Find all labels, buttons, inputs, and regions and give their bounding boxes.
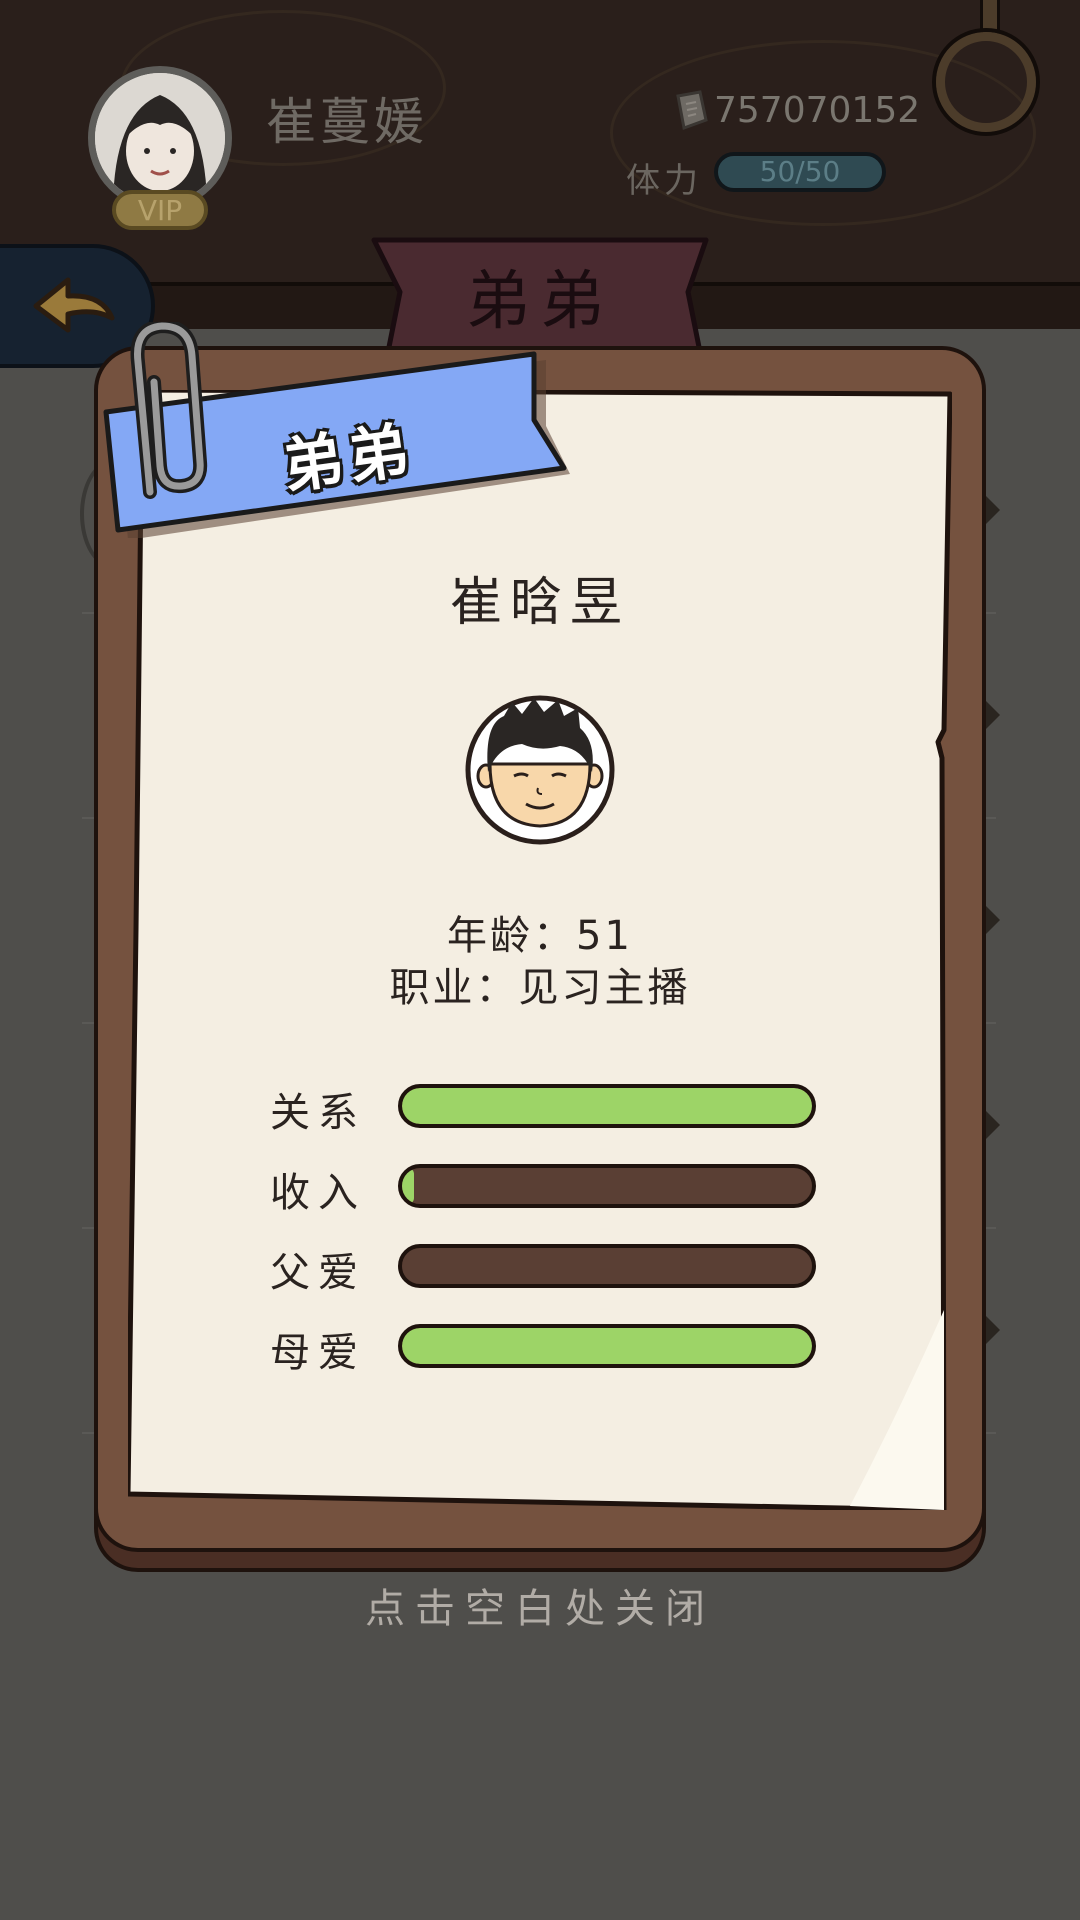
player-name: 崔蔓媛 xyxy=(266,93,428,151)
paperclip-icon xyxy=(130,322,208,499)
background-row-arrow xyxy=(986,496,1000,524)
character-age: 年龄：51 xyxy=(447,913,633,959)
stat-bar-income xyxy=(398,1164,816,1208)
stat-bar-mother-love xyxy=(398,1324,816,1368)
stamina-label: 体力 xyxy=(626,161,702,201)
vip-badge: VIP xyxy=(112,190,208,230)
stat-fill-mother-love xyxy=(402,1328,812,1364)
top-banner: 弟弟 xyxy=(370,232,710,356)
brother-face-icon xyxy=(465,695,615,845)
ribbon-title: 弟弟 xyxy=(278,415,419,503)
stat-bar-father-love xyxy=(398,1244,816,1288)
top-banner-title: 弟弟 xyxy=(466,265,614,339)
character-info: 年龄：51 职业：见习主播 xyxy=(300,910,780,1014)
mother-face-icon xyxy=(95,73,225,203)
money-icon xyxy=(676,90,708,130)
character-name: 崔晗昱 xyxy=(449,573,630,633)
stamina-bar: 50/50 xyxy=(714,152,886,192)
money-value: 757070152 xyxy=(714,90,921,131)
ring-handle-icon[interactable] xyxy=(936,32,1036,132)
stat-fill-income xyxy=(402,1168,415,1204)
stat-label-income: 收入 xyxy=(270,1170,366,1216)
background-row-arrow xyxy=(986,1111,1000,1139)
stat-label-mother-love: 母爱 xyxy=(270,1330,366,1376)
background-row-arrow xyxy=(986,1316,1000,1344)
back-arrow-icon xyxy=(33,277,115,333)
stat-label-relationship: 关系 xyxy=(270,1090,366,1136)
close-hint[interactable]: 点击空白处关闭 xyxy=(0,1576,1080,1634)
player-avatar[interactable] xyxy=(88,66,232,210)
stat-fill-relationship xyxy=(402,1088,812,1124)
stat-bar-relationship xyxy=(398,1084,816,1128)
character-job: 职业：见习主播 xyxy=(389,965,691,1011)
background-row-arrow xyxy=(986,701,1000,729)
background-row-arrow xyxy=(986,906,1000,934)
stat-label-father-love: 父爱 xyxy=(270,1250,366,1296)
